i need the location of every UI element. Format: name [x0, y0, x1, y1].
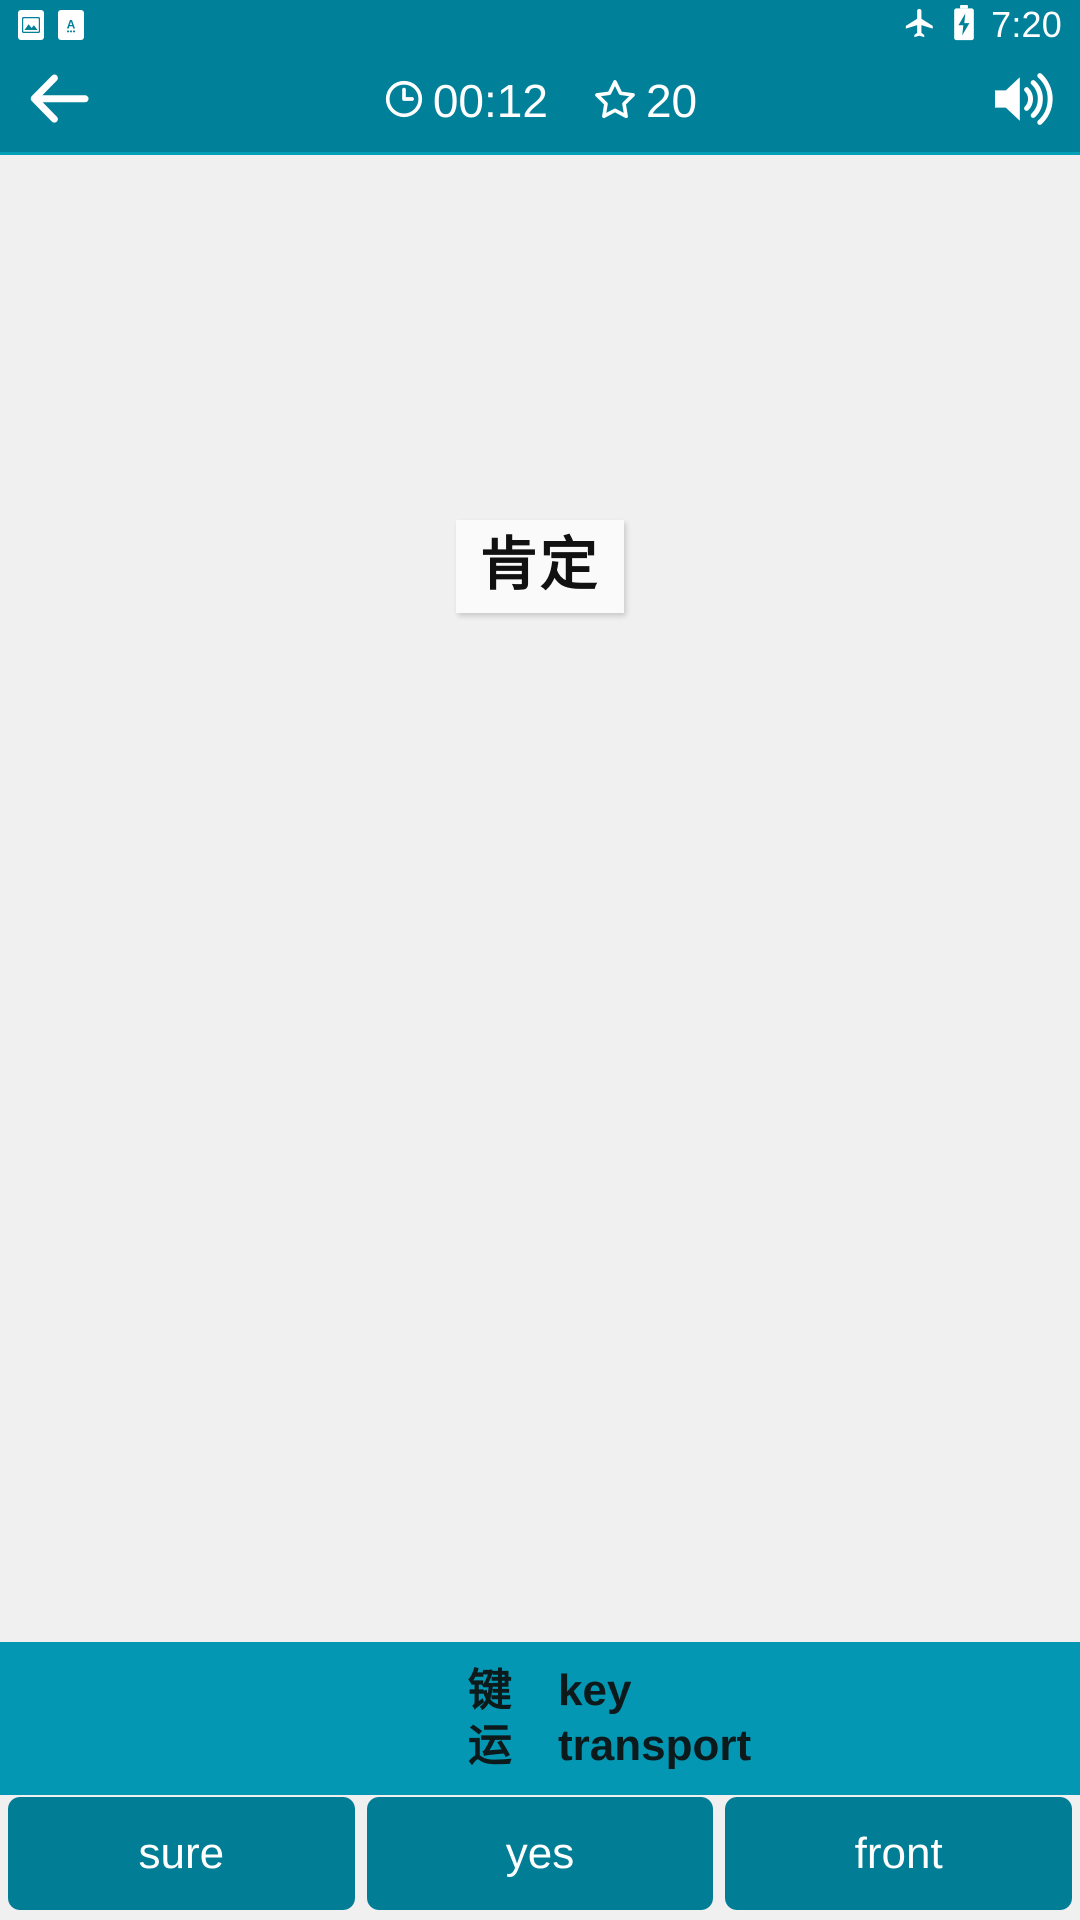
- status-bar: A 7:20: [0, 0, 1080, 50]
- score-value: 20: [645, 75, 698, 127]
- clock-icon: [383, 78, 425, 125]
- back-button[interactable]: [22, 62, 100, 140]
- word-card-text: 肯定: [479, 530, 601, 598]
- svg-text:A: A: [67, 18, 76, 32]
- image-notification-icon: [18, 10, 44, 40]
- score-stat: 20: [592, 76, 697, 127]
- answer-option-1[interactable]: sure: [8, 1797, 355, 1910]
- star-outline-icon: [592, 76, 638, 127]
- hint-panel: 键 key 运 transport: [0, 1642, 1080, 1795]
- airplane-mode-icon: [903, 6, 937, 45]
- hint-english: transport: [558, 1720, 752, 1770]
- hint-hanzi: 键: [468, 1665, 512, 1717]
- hint-hanzi: 运: [468, 1719, 512, 1771]
- timer-value: 00:12: [432, 75, 548, 127]
- status-bar-indicators: 7:20: [903, 4, 1062, 46]
- hint-row: 键 key: [468, 1668, 1080, 1714]
- status-bar-notifications: A: [18, 10, 84, 40]
- hint-english: key: [558, 1666, 632, 1716]
- speaker-volume-icon: [991, 70, 1055, 133]
- answer-options-bar: sure yes front: [0, 1795, 1080, 1920]
- sound-toggle-button[interactable]: [988, 66, 1058, 136]
- hint-row: 运 transport: [468, 1719, 1080, 1771]
- text-notification-icon: A: [58, 10, 84, 40]
- app-screen: A 7:20 00:12 20 肯定 键 key 运 transport sur…: [0, 0, 1080, 1920]
- word-card[interactable]: 肯定: [455, 520, 625, 613]
- content-area: 肯定: [0, 155, 1080, 1642]
- answer-option-2[interactable]: yes: [366, 1797, 714, 1910]
- timer-stat: 00:12: [383, 78, 548, 125]
- battery-charging-icon: [951, 4, 977, 46]
- status-bar-clock: 7:20: [991, 4, 1062, 45]
- app-bar-stats: 00:12 20: [0, 76, 1080, 127]
- answer-option-3[interactable]: front: [725, 1797, 1073, 1910]
- app-bar: 00:12 20: [0, 50, 1080, 155]
- back-arrow-icon: [28, 71, 94, 132]
